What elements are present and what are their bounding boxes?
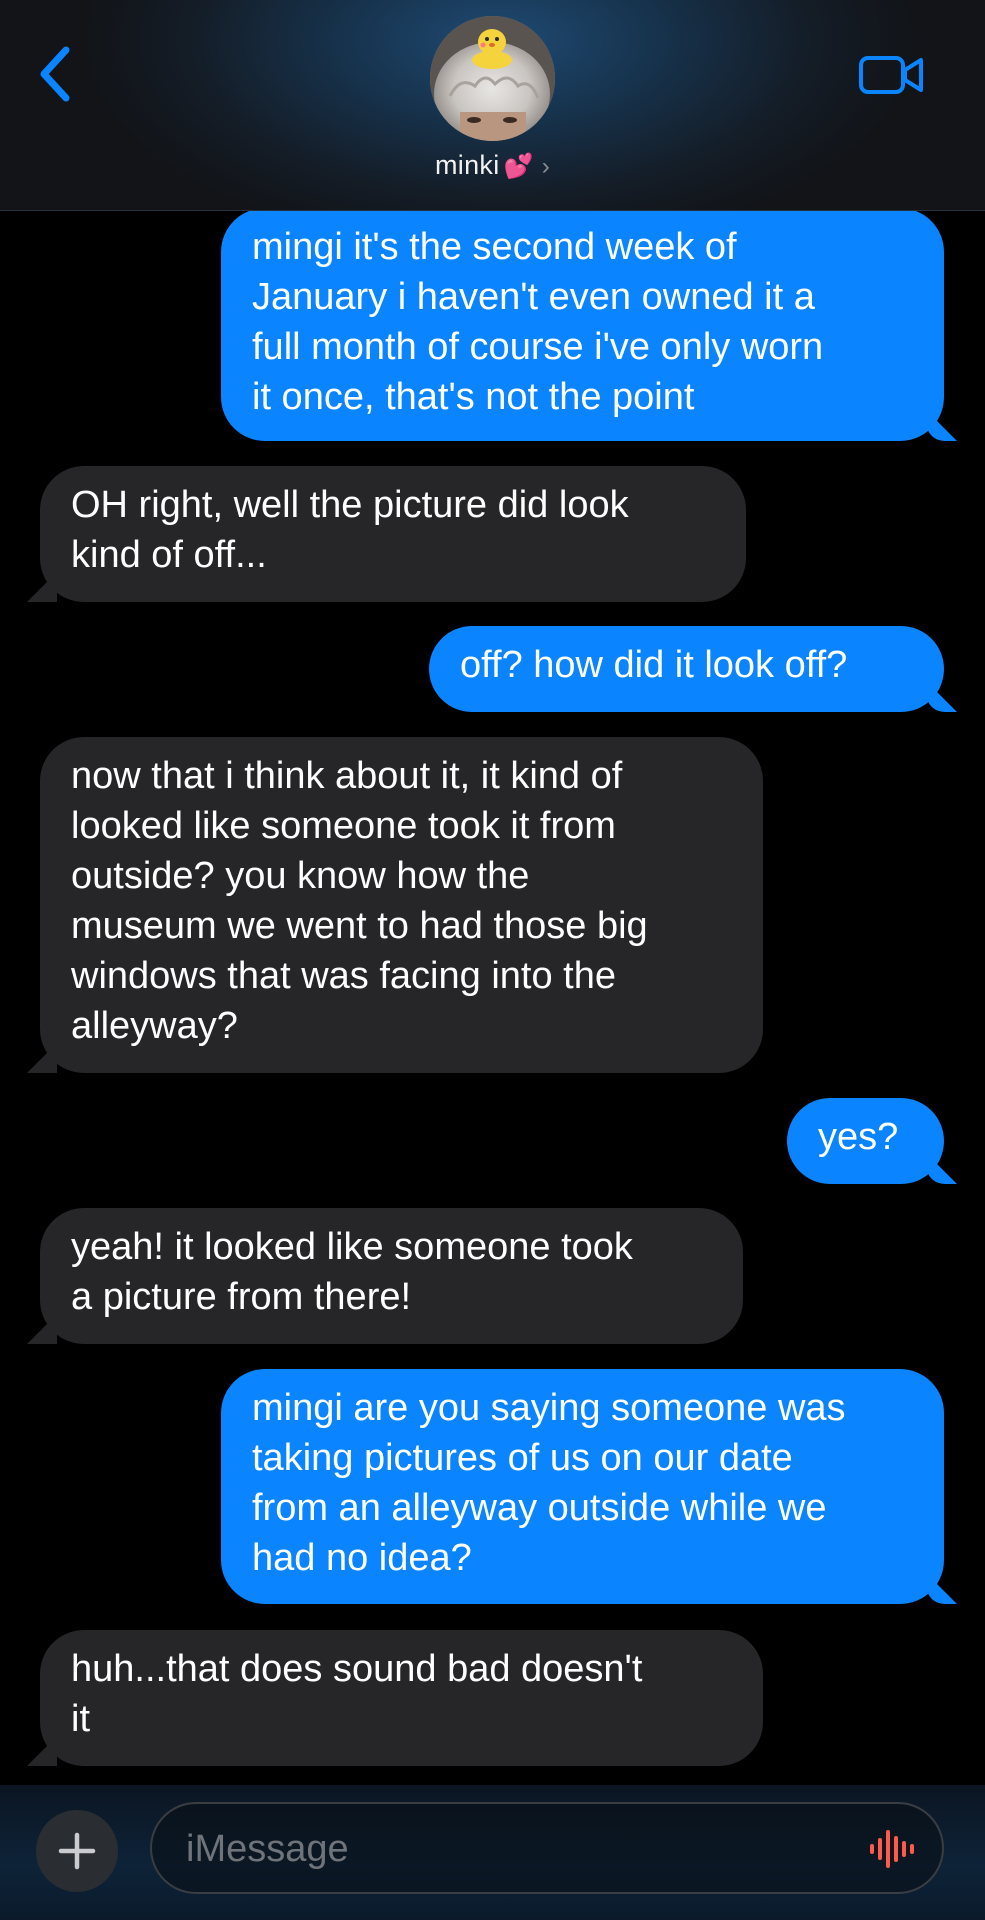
message-input[interactable] <box>184 1820 838 1878</box>
chevron-left-icon <box>40 46 70 102</box>
message-list: mingi it's the second week of January i … <box>0 0 985 1920</box>
facetime-video-button[interactable] <box>857 50 927 100</box>
conversation-header: minki 💕 › <box>0 0 985 211</box>
imessage-input-field[interactable] <box>150 1802 944 1894</box>
video-camera-icon <box>859 56 923 94</box>
message-bubble-received[interactable]: huh...that does sound bad doesn't it <box>40 1630 763 1766</box>
chevron-right-icon: › <box>541 153 550 180</box>
audio-message-button[interactable] <box>866 1826 918 1872</box>
avatar-photo <box>430 16 555 141</box>
message-bubble-received[interactable]: now that i think about it, it kind of lo… <box>40 737 763 1073</box>
plus-icon <box>58 1832 96 1870</box>
message-bubble-received[interactable]: yeah! it looked like someone took a pict… <box>40 1208 743 1344</box>
message-bubble-sent[interactable]: mingi it's the second week of January i … <box>221 208 944 441</box>
message-bubble-sent[interactable]: yes? <box>787 1098 944 1184</box>
heart-emoji: 💕 <box>503 153 534 180</box>
contact-avatar[interactable] <box>430 16 555 141</box>
apps-plus-button[interactable] <box>36 1810 118 1892</box>
message-composer <box>0 1785 985 1920</box>
message-bubble-sent[interactable]: mingi are you saying someone was taking … <box>221 1369 944 1604</box>
back-button[interactable] <box>32 44 84 104</box>
contact-name-button[interactable]: minki 💕 › <box>0 150 985 181</box>
waveform-icon <box>870 1830 914 1868</box>
message-bubble-received[interactable]: OH right, well the picture did look kind… <box>40 466 746 602</box>
message-bubble-sent[interactable]: off? how did it look off? <box>429 626 944 712</box>
contact-name: minki <box>435 150 500 180</box>
